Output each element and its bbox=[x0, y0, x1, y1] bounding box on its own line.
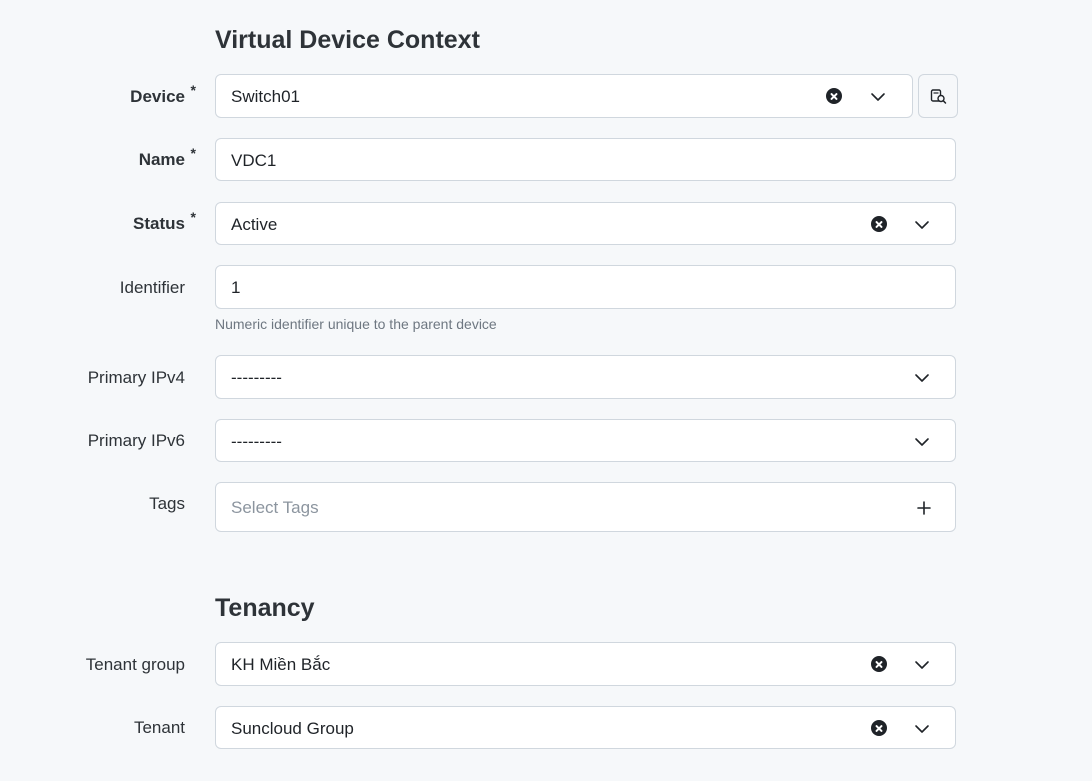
primary-ipv6-select[interactable]: --------- bbox=[215, 419, 956, 462]
vdc-form-page: Virtual Device Context Device * Switch01 … bbox=[0, 0, 1092, 781]
primary-ipv6-value: --------- bbox=[231, 432, 282, 451]
tags-label: Tags bbox=[149, 494, 185, 513]
section-title-vdc: Virtual Device Context bbox=[215, 26, 480, 54]
clear-icon[interactable] bbox=[871, 216, 887, 232]
required-mark: * bbox=[190, 145, 196, 161]
plus-icon[interactable] bbox=[916, 500, 932, 516]
chevron-down-icon[interactable] bbox=[914, 657, 930, 673]
name-input[interactable]: VDC1 bbox=[215, 138, 956, 181]
section-title-tenancy: Tenancy bbox=[215, 594, 315, 622]
status-label: Status * bbox=[133, 209, 196, 233]
chevron-down-icon[interactable] bbox=[914, 370, 930, 386]
name-value: VDC1 bbox=[231, 151, 277, 170]
tenant-value: Suncloud Group bbox=[231, 719, 354, 738]
name-label: Name * bbox=[138, 145, 196, 169]
tenant-group-value: KH Miền Bắc bbox=[231, 655, 331, 674]
selector-search-icon bbox=[930, 89, 947, 104]
status-select[interactable]: Active bbox=[215, 202, 956, 245]
device-value: Switch01 bbox=[231, 87, 300, 106]
chevron-down-icon[interactable] bbox=[914, 721, 930, 737]
device-label: Device * bbox=[130, 82, 196, 106]
tags-placeholder: Select Tags bbox=[231, 498, 319, 517]
clear-icon[interactable] bbox=[871, 656, 887, 672]
primary-ipv4-value: --------- bbox=[231, 368, 282, 387]
clear-icon[interactable] bbox=[826, 88, 842, 104]
identifier-input[interactable]: 1 bbox=[215, 265, 956, 309]
clear-icon[interactable] bbox=[871, 720, 887, 736]
status-value: Active bbox=[231, 215, 278, 234]
primary-ipv6-label: Primary IPv6 bbox=[87, 431, 185, 450]
tags-select[interactable]: Select Tags bbox=[215, 482, 956, 532]
required-mark: * bbox=[190, 209, 196, 225]
tenant-group-select[interactable]: KH Miền Bắc bbox=[215, 642, 956, 686]
tenant-select[interactable]: Suncloud Group bbox=[215, 706, 956, 749]
primary-ipv4-select[interactable]: --------- bbox=[215, 355, 956, 399]
required-mark: * bbox=[190, 82, 196, 98]
device-select[interactable]: Switch01 bbox=[215, 74, 913, 118]
identifier-help-text: Numeric identifier unique to the parent … bbox=[215, 316, 497, 332]
tenant-group-label: Tenant group bbox=[85, 655, 185, 674]
identifier-value: 1 bbox=[231, 278, 241, 297]
identifier-label: Identifier bbox=[119, 278, 185, 297]
tenant-label: Tenant bbox=[133, 718, 185, 737]
chevron-down-icon[interactable] bbox=[914, 217, 930, 233]
chevron-down-icon[interactable] bbox=[914, 434, 930, 450]
chevron-down-icon[interactable] bbox=[870, 89, 886, 105]
device-selector-button[interactable] bbox=[918, 74, 958, 118]
primary-ipv4-label: Primary IPv4 bbox=[87, 368, 185, 387]
